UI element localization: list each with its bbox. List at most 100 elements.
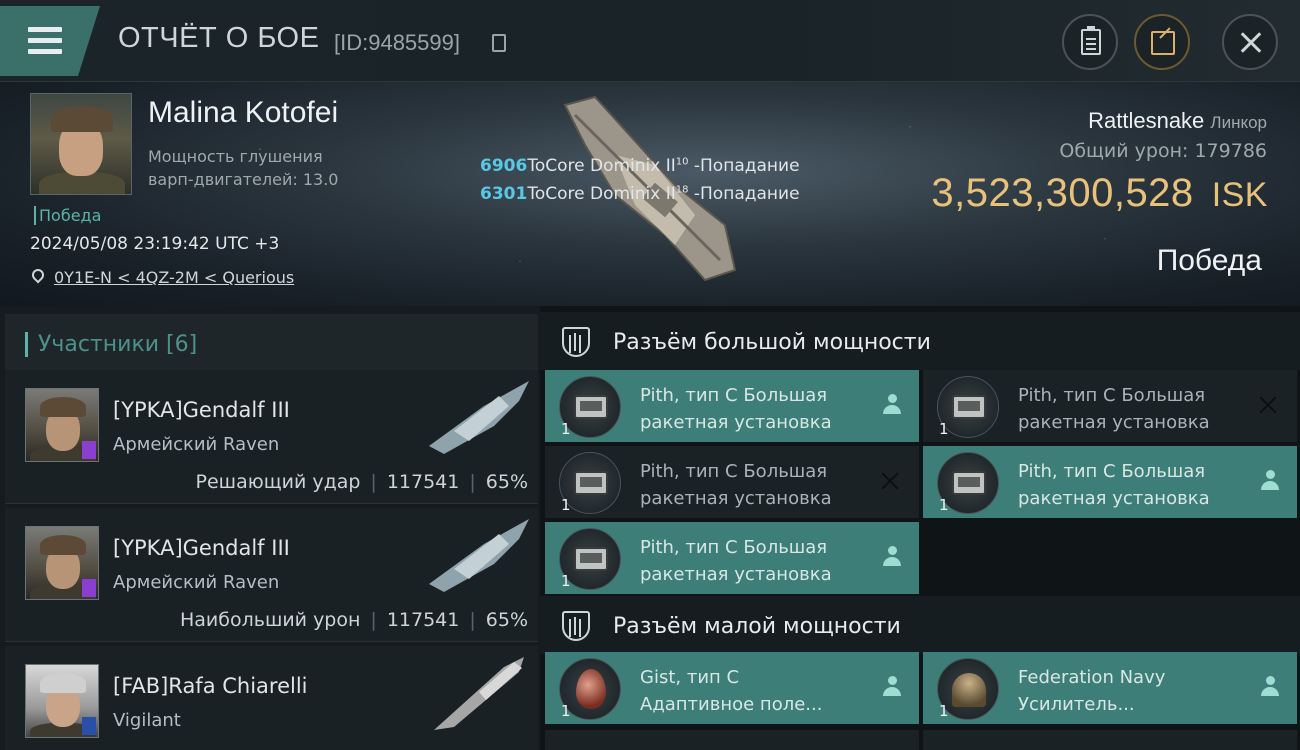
participant-role: Наибольший урон (179, 609, 361, 631)
hit-attacker: ToCore Dominix II (527, 184, 676, 204)
avatar-cap (40, 673, 86, 693)
victim-name[interactable]: Malina Kotofei (148, 96, 338, 130)
module-name: Federation Navy Усилитель... (1018, 664, 1248, 718)
participant-row[interactable]: [FAB]Rafa Chiarelli Vigilant (5, 646, 538, 750)
warp-line-2: варп-двигателей: 13.0 (148, 170, 339, 189)
dropped-person-icon (883, 676, 901, 696)
module-qty: 1 (939, 702, 949, 720)
isk-value: 3,523,300,528 ISK (931, 171, 1268, 216)
participants-title: Участники [6] (25, 332, 197, 357)
module-name-line1: Pith, тип C Большая (640, 461, 828, 482)
dropped-person-icon (1261, 676, 1279, 696)
battle-id: [ID:9485599] (334, 30, 460, 55)
module-item[interactable]: 1 Pith, тип C Большая ракетная установка (923, 370, 1297, 442)
amplifier-graphic (952, 673, 986, 707)
ship-class: Линкор (1210, 113, 1267, 132)
stat-divider: | (370, 471, 377, 493)
fitting-panel: Разъём большой мощности 1 Pith, тип C Бо… (540, 306, 1300, 750)
kill-datetime: 2024/05/08 23:19:42 UTC +3 (30, 234, 280, 254)
module-name-line2: ракетная установка (640, 564, 832, 585)
module-name: Gist, тип C Адаптивное поле... (640, 664, 870, 718)
hit-rank: 10 (675, 156, 689, 168)
dropped-person-icon (883, 394, 901, 414)
participant-ship-image (434, 657, 524, 730)
close-button[interactable] (1222, 14, 1278, 70)
module-name-line2: Усилитель... (1018, 694, 1135, 715)
clipboard-icon (1081, 26, 1101, 55)
total-damage-label: Общий урон: (1059, 140, 1189, 162)
participant-stats: Наибольший урон | 117541 | 65% (180, 609, 528, 631)
module-item[interactable]: 1 Gist, тип C Адаптивное поле... (545, 652, 919, 724)
hit-type: -Попадание (688, 184, 800, 204)
menu-icon (28, 27, 62, 32)
victim-portrait[interactable] (30, 93, 132, 195)
participant-ship-image (429, 519, 529, 592)
kill-location-link[interactable]: 0Y1E-N < 4QZ-2M < Querious (54, 268, 294, 287)
module-name: Pith, тип C Большая ракетная установка (640, 534, 870, 588)
hit-attacker: ToCore Dominix II (527, 156, 676, 176)
stat-divider: | (370, 609, 377, 631)
warp-disruption-strength: Мощность глушения варп-двигателей: 13.0 (148, 145, 378, 191)
menu-button[interactable] (0, 6, 100, 76)
copy-id-icon[interactable] (492, 34, 506, 52)
module-qty: 1 (939, 496, 949, 514)
module-item[interactable]: 1 Pith, тип C Большая ракетная установка (545, 370, 919, 442)
participant-stats: Решающий удар | 117541 | 65% (196, 471, 528, 493)
low-slot-icon (562, 611, 590, 641)
module-name: Pith, тип C Большая ракетная установка (640, 458, 870, 512)
dropped-person-icon (883, 546, 901, 566)
ship-name: Rattlesnake (1088, 108, 1205, 133)
module-item[interactable]: 1 Pith, тип C Большая ракетная установка (923, 446, 1297, 518)
victim-ship-name: Rattlesnake Линкор (1088, 108, 1267, 134)
hit-damage: 6906 (480, 156, 528, 176)
module-item-partial[interactable] (545, 730, 919, 750)
participants-panel: Участники [6] [YPKA]Gendalf III Армейски… (0, 306, 540, 750)
participant-avatar[interactable] (25, 526, 99, 600)
participant-name: [FAB]Rafa Chiarelli (113, 674, 308, 698)
low-slot-header: Разъём малой мощности (540, 596, 1300, 654)
high-slot-header: Разъём большой мощности (540, 312, 1300, 370)
total-damage-value: 179786 (1194, 140, 1267, 162)
menu-icon-line (28, 38, 62, 43)
launcher-graphic (952, 471, 986, 495)
launcher-graphic (574, 395, 608, 419)
module-name-line2: ракетная установка (1018, 488, 1210, 509)
participant-ship: Армейский Raven (113, 572, 280, 593)
section-title: Разъём большой мощности (613, 330, 931, 355)
participant-ship: Vigilant (113, 710, 181, 731)
top-hit-row-1[interactable]: 6906ToCore Dominix II10 -Попадание (480, 156, 800, 176)
module-qty: 1 (561, 420, 571, 438)
battle-result: Победа (1156, 244, 1262, 277)
participant-avatar[interactable] (25, 664, 99, 738)
isk-amount: 3,523,300,528 (931, 171, 1194, 215)
module-qty: 1 (939, 420, 949, 438)
participant-name: [YPKA]Gendalf III (113, 536, 290, 560)
participant-ship-image (429, 381, 529, 454)
top-hit-row-2[interactable]: 6301ToCore Dominix II18 -Попадание (480, 184, 800, 204)
module-item-partial[interactable] (923, 730, 1297, 750)
share-button[interactable] (1134, 14, 1190, 70)
module-item[interactable]: 1 Pith, тип C Большая ракетная установка (545, 446, 919, 518)
hit-type: -Попадание (688, 156, 800, 176)
destroyed-x-icon (1257, 394, 1279, 416)
module-name-line1: Pith, тип C Большая (640, 537, 828, 558)
avatar-cap (40, 397, 86, 417)
participant-avatar[interactable] (25, 388, 99, 462)
participant-row[interactable]: [YPKA]Gendalf III Армейский Raven Решающ… (5, 370, 538, 504)
module-name-line2: ракетная установка (640, 412, 832, 433)
module-qty: 1 (561, 702, 571, 720)
module-item[interactable]: 1 Federation Navy Усилитель... (923, 652, 1297, 724)
page-title: ОТЧЁТ О БОЕ (118, 22, 320, 54)
portrait-cap (51, 106, 113, 132)
participant-row[interactable]: [YPKA]Gendalf III Армейский Raven Наибол… (5, 508, 538, 642)
module-name-line1: Federation Navy (1018, 667, 1166, 688)
participant-ship: Армейский Raven (113, 434, 280, 455)
corp-badge-icon (82, 441, 96, 459)
launcher-graphic (952, 395, 986, 419)
header-bar: ОТЧЁТ О БОЕ [ID:9485599] (0, 0, 1300, 82)
module-name-line1: Pith, тип C Большая (1018, 385, 1206, 406)
participants-header[interactable]: Участники [6] (5, 314, 538, 370)
module-item[interactable]: 1 Pith, тип C Большая ракетная установка (545, 522, 919, 594)
module-qty: 1 (561, 572, 571, 590)
clipboard-button[interactable] (1062, 14, 1118, 70)
